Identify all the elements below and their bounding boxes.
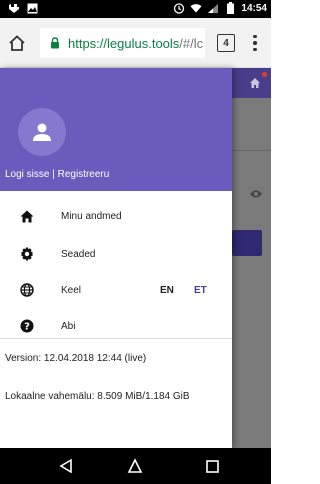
home-nav-button[interactable]	[126, 457, 144, 475]
clock: 14:54	[241, 2, 267, 14]
home-icon	[20, 209, 34, 223]
menu-item-label: Keel	[61, 284, 82, 296]
home-outline-icon	[9, 35, 25, 51]
version-text: Version: 12.04.2018 12:44 (live)	[5, 353, 147, 364]
svg-text:?: ?	[24, 322, 30, 333]
menu-item-label: Minu andmed	[61, 210, 122, 222]
browser-menu-button[interactable]	[248, 32, 262, 54]
language-en-button[interactable]: EN	[160, 285, 174, 296]
notification-dot	[262, 72, 267, 77]
recents-square-icon	[205, 459, 219, 473]
language-et-button[interactable]: ET	[194, 285, 207, 296]
recents-button[interactable]	[203, 457, 221, 475]
background-button	[232, 230, 262, 256]
menu-item-label: Abi	[61, 320, 76, 332]
home-circle-icon	[127, 458, 143, 473]
login-register-link[interactable]: Logi sisse | Registreeru	[5, 169, 109, 180]
battery-icon	[224, 2, 236, 14]
cache-info-text: Lokaalne vahemälu: 8.509 MiB/1.184 GiB	[5, 391, 190, 402]
system-nav-bar	[0, 448, 271, 484]
person-icon	[33, 123, 51, 141]
navigation-drawer: Logi sisse | Registreeru Minu andmed Sea…	[0, 68, 232, 448]
back-button[interactable]	[57, 457, 75, 475]
tab-switcher-button[interactable]: 4	[217, 34, 235, 52]
image-icon	[26, 2, 38, 14]
menu-item-my-data[interactable]: Minu andmed	[0, 200, 232, 232]
address-bar[interactable]: https://legulus.tools/#/lc	[40, 28, 205, 58]
home-icon	[249, 76, 261, 94]
browser-toolbar: https://legulus.tools/#/lc 4	[0, 18, 271, 68]
usb-icon	[8, 2, 20, 14]
status-bar: 14:54	[0, 0, 271, 18]
url-path: /#/lc	[179, 35, 204, 51]
signal-icon	[207, 2, 219, 14]
alarm-icon	[173, 2, 185, 14]
drawer-divider	[0, 338, 232, 339]
menu-item-language: Keel EN ET	[0, 274, 232, 306]
lock-icon	[50, 37, 62, 49]
browser-home-button[interactable]	[3, 29, 31, 57]
menu-item-label: Seaded	[61, 248, 96, 260]
gear-icon	[20, 247, 34, 261]
avatar	[18, 108, 66, 156]
eye-icon	[249, 186, 263, 204]
drawer-header: Logi sisse | Registreeru	[0, 68, 232, 191]
wifi-icon	[190, 2, 202, 14]
menu-item-settings[interactable]: Seaded	[0, 238, 232, 270]
back-triangle-icon	[59, 459, 72, 473]
globe-icon	[20, 283, 34, 297]
url-domain: https://legulus.tools	[68, 35, 180, 51]
divider	[232, 150, 271, 151]
help-icon: ?	[20, 319, 34, 333]
